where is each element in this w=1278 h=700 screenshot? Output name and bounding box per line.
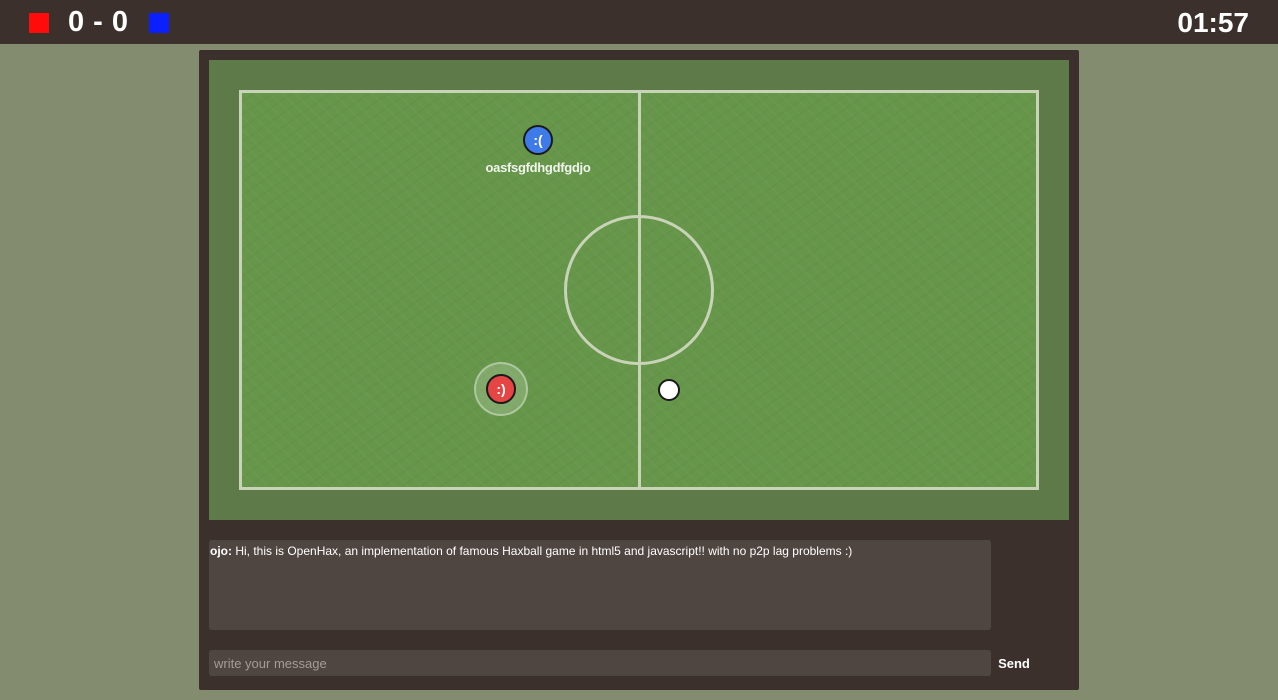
chat-log: ojo: Hi, this is OpenHax, an implementat… <box>209 540 991 630</box>
chat-message-text: Hi, this is OpenHax, an implementation o… <box>232 544 853 558</box>
blue-player: :( <box>523 125 553 155</box>
match-timer: 01:57 <box>1177 7 1249 38</box>
send-button[interactable]: Send <box>991 650 1037 676</box>
center-circle <box>564 215 714 365</box>
blue-player-avatar: :( <box>533 132 543 148</box>
score-display: 0 - 0 <box>68 6 129 38</box>
red-team-indicator <box>29 13 49 33</box>
red-player-avatar: :) <box>496 381 506 397</box>
scoreboard-bar: 0 - 0 01:57 <box>0 0 1278 44</box>
ball <box>658 379 680 401</box>
blue-team-indicator <box>149 13 169 33</box>
game-container: :( oasfsgfdhgdfgdjo :) ojo: Hi, this is … <box>199 50 1079 690</box>
chat-message: ojo: Hi, this is OpenHax, an implementat… <box>210 544 991 558</box>
chat-message-input[interactable] <box>209 650 991 676</box>
blue-player-name: oasfsgfdhgdfgdjo <box>485 160 591 175</box>
red-player: :) <box>486 374 516 404</box>
chat-message-sender: ojo: <box>210 544 232 558</box>
game-field[interactable]: :( oasfsgfdhgdfgdjo :) <box>209 60 1069 520</box>
